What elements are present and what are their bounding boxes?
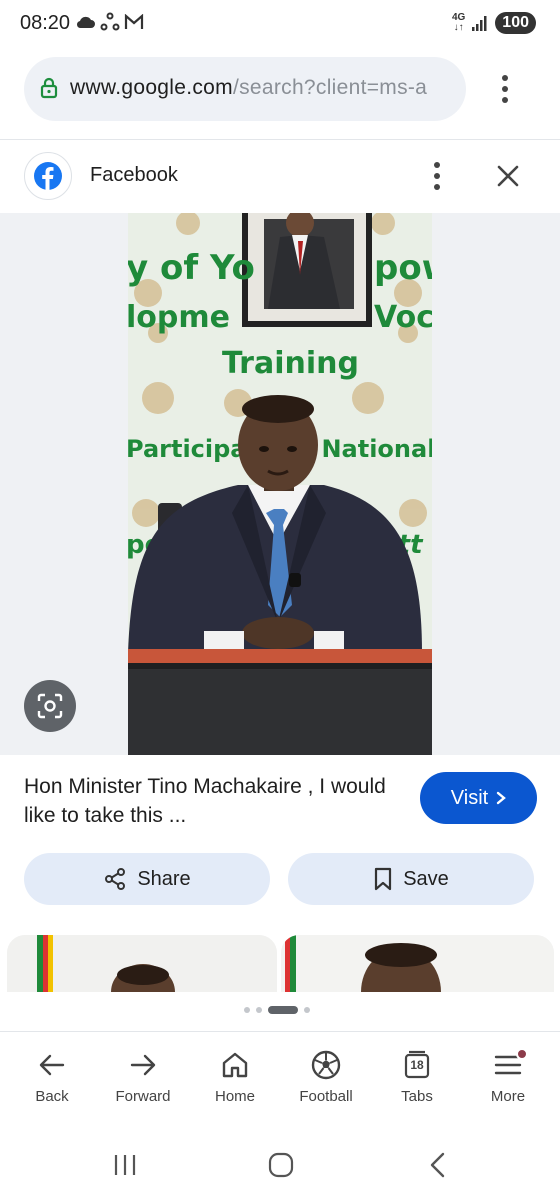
pager-dot	[304, 1007, 310, 1013]
browser-bottom-nav: Back Forward Home Football 18 Tabs More	[0, 1031, 560, 1127]
nav-tabs-label: Tabs	[401, 1088, 433, 1105]
arrow-right-icon	[130, 1054, 156, 1076]
visit-button[interactable]: Visit	[420, 772, 537, 824]
visit-label: Visit	[450, 786, 489, 809]
share-label: Share	[137, 867, 191, 890]
url-text: www.google.com/search?client=ms-a	[70, 76, 427, 100]
notification-icons	[76, 12, 144, 32]
sign-text-1: y of Yo	[128, 248, 255, 288]
sign-text-1b: powe	[374, 248, 432, 288]
home-circle-icon[interactable]	[268, 1152, 294, 1178]
image-viewer: y of Yo powe lopme Voc Training Particip…	[0, 213, 560, 755]
status-indicators: 4G ↓↑ 100	[452, 12, 536, 34]
source-name: Facebook	[90, 164, 178, 186]
system-back-icon[interactable]	[428, 1152, 448, 1178]
lens-icon	[37, 693, 63, 719]
carousel-indicator	[244, 1006, 310, 1014]
pager-dot	[244, 1007, 250, 1013]
status-time: 08:20	[20, 12, 71, 34]
more-options-icon[interactable]	[424, 158, 450, 194]
arrow-left-icon	[39, 1054, 65, 1076]
share-icon	[105, 868, 126, 890]
related-image[interactable]	[281, 935, 554, 992]
result-caption[interactable]: Hon Minister Tino Machakaire , I would l…	[24, 772, 404, 830]
chevron-right-icon	[497, 791, 507, 805]
network-type: 4G ↓↑	[451, 12, 466, 33]
result-image[interactable]: y of Yo powe lopme Voc Training Particip…	[128, 213, 432, 755]
address-bar[interactable]: www.google.com/search?client=ms-a	[24, 57, 466, 121]
nav-home-label: Home	[214, 1088, 255, 1105]
nav-football-label: Football	[299, 1088, 353, 1105]
url-path: /search?client=ms-a	[232, 76, 428, 99]
url-domain: www.google.com	[70, 76, 233, 99]
system-navigation-bar	[0, 1127, 560, 1200]
cloud-icon	[76, 16, 95, 29]
sign-text-2: lopme	[128, 300, 230, 335]
save-button[interactable]: Save	[288, 853, 534, 905]
football-icon	[311, 1050, 341, 1080]
source-header: Facebook	[0, 140, 560, 212]
share-button[interactable]: Share	[24, 853, 270, 905]
nav-more[interactable]: More	[463, 1048, 553, 1105]
nav-back-label: Back	[35, 1088, 69, 1105]
nav-home[interactable]: Home	[190, 1050, 280, 1105]
battery-indicator: 100	[495, 12, 536, 34]
sign-text-2b: Voc	[374, 300, 432, 335]
lock-icon	[40, 77, 58, 99]
nav-back[interactable]: Back	[7, 1050, 97, 1105]
save-label: Save	[403, 867, 449, 890]
facebook-logo-icon	[24, 152, 72, 200]
pager-dot	[256, 1007, 262, 1013]
status-bar: 08:20 4G ↓↑ 100	[0, 0, 560, 48]
browser-menu-icon[interactable]	[490, 72, 520, 106]
nav-forward-label: Forward	[115, 1088, 171, 1105]
sign-text-3: Training	[222, 346, 359, 381]
nav-more-label: More	[490, 1088, 526, 1105]
notification-badge	[516, 1048, 528, 1060]
related-image[interactable]	[7, 935, 277, 992]
gmail-icon	[124, 14, 144, 29]
recent-apps-icon[interactable]	[112, 1153, 138, 1177]
close-icon[interactable]	[488, 156, 528, 196]
bookmark-icon	[375, 867, 392, 891]
sync-icon	[100, 12, 120, 31]
nav-football[interactable]: Football	[281, 1050, 371, 1105]
google-lens-button[interactable]	[24, 680, 76, 732]
sign-text-4: Participa	[128, 435, 247, 463]
signal-icon	[472, 16, 487, 31]
pager-dot-active	[268, 1006, 298, 1014]
nav-forward[interactable]: Forward	[98, 1050, 188, 1105]
home-icon	[222, 1052, 248, 1078]
nav-tabs[interactable]: 18 Tabs	[372, 1050, 462, 1105]
tabs-count: 18	[410, 1058, 424, 1072]
